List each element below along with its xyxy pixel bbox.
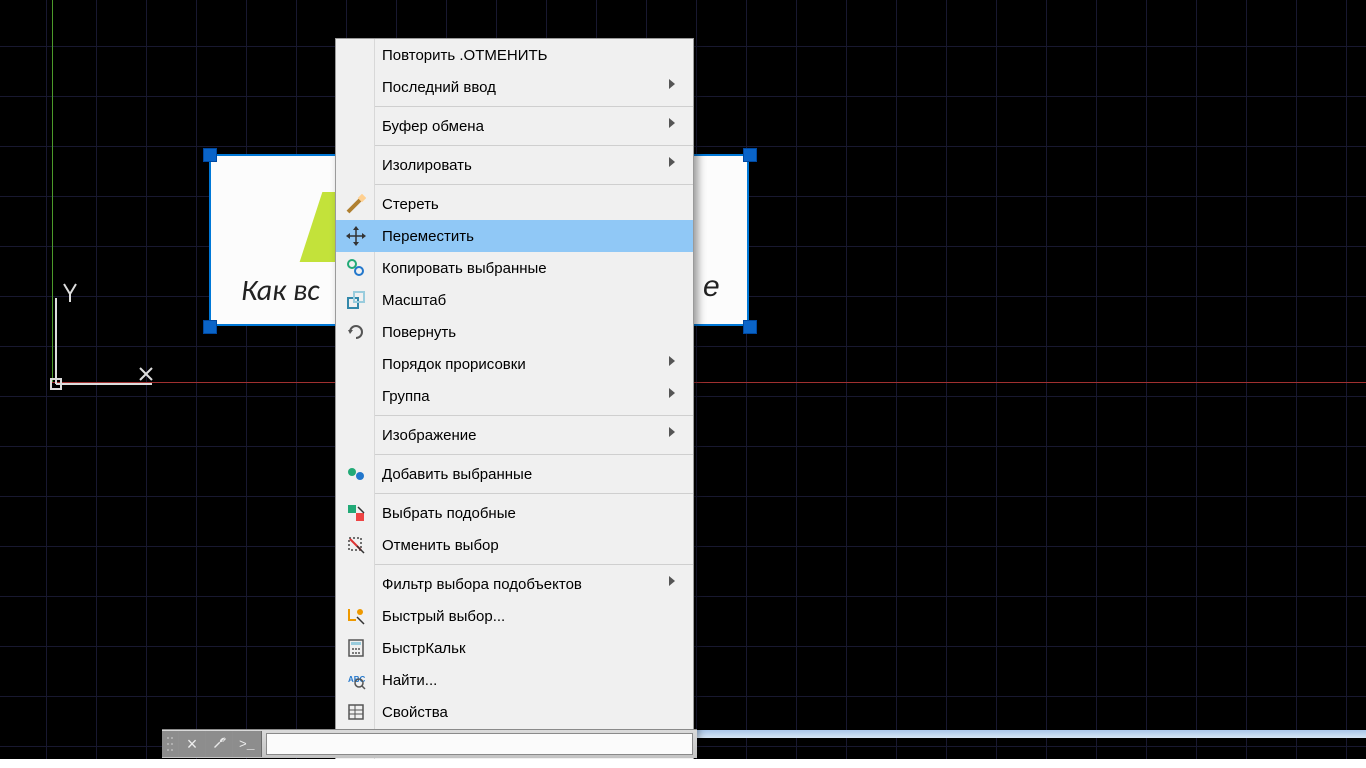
menu-item-subobject-filter[interactable]: Фильтр выбора подобъектов <box>336 568 693 600</box>
menu-item-label: Порядок прорисовки <box>382 356 526 373</box>
menu-separator <box>374 145 693 146</box>
chevron-right-icon <box>669 356 675 366</box>
calculator-icon <box>342 634 370 662</box>
menu-item-move[interactable]: Переместить <box>336 220 693 252</box>
menu-item-label: Выбрать подобные <box>382 505 516 522</box>
chevron-right-icon <box>669 576 675 586</box>
menu-item-erase[interactable]: Стереть <box>336 188 693 220</box>
rotate-icon <box>342 318 370 346</box>
menu-item-label: Найти... <box>382 672 437 689</box>
menu-item-repeat[interactable]: Повторить .ОТМЕНИТЬ <box>336 39 693 71</box>
menu-item-rotate[interactable]: Повернуть <box>336 316 693 348</box>
menu-item-draw-order[interactable]: Порядок прорисовки <box>336 348 693 380</box>
menu-item-clipboard[interactable]: Буфер обмена <box>336 110 693 142</box>
chevron-right-icon <box>669 157 675 167</box>
menu-item-quick-select[interactable]: Быстрый выбор... <box>336 600 693 632</box>
chevron-right-icon <box>669 118 675 128</box>
context-menu: Повторить .ОТМЕНИТЬ Последний ввод Буфер… <box>335 38 694 768</box>
menu-item-scale[interactable]: Масштаб <box>336 284 693 316</box>
copy-icon <box>342 254 370 282</box>
selection-overlay-strip <box>697 730 1366 738</box>
cmdbar-grip-icon[interactable] <box>162 731 179 757</box>
menu-item-label: Свойства <box>382 704 448 721</box>
menu-separator <box>374 415 693 416</box>
menu-item-image[interactable]: Изображение <box>336 419 693 451</box>
chevron-right-icon <box>669 427 675 437</box>
menu-separator <box>374 454 693 455</box>
menu-item-properties[interactable]: Свойства <box>336 696 693 728</box>
menu-item-label: Отменить выбор <box>382 537 499 554</box>
menu-item-quickcalc[interactable]: БыстрКальк <box>336 632 693 664</box>
cmdbar-close-button[interactable]: × <box>179 731 206 757</box>
menu-separator <box>374 184 693 185</box>
menu-item-select-similar[interactable]: Выбрать подобные <box>336 497 693 529</box>
close-icon: × <box>187 735 198 753</box>
menu-item-label: Изображение <box>382 427 477 444</box>
menu-item-label: Изолировать <box>382 157 472 174</box>
menu-item-group[interactable]: Группа <box>336 380 693 412</box>
axis-x-line <box>52 382 1366 383</box>
ucs-icon <box>46 280 166 400</box>
object-text-left: Как вс <box>241 272 320 309</box>
prompt-glyph: >_ <box>239 737 255 752</box>
command-input[interactable] <box>266 733 693 755</box>
menu-item-last-input[interactable]: Последний ввод <box>336 71 693 103</box>
grip-bottom-left[interactable] <box>203 320 217 334</box>
menu-item-label: Стереть <box>382 196 439 213</box>
move-icon <box>342 222 370 250</box>
menu-separator <box>374 564 693 565</box>
menu-item-label: БыстрКальк <box>382 640 466 657</box>
menu-item-label: Последний ввод <box>382 79 496 96</box>
menu-item-label: Повернуть <box>382 324 456 341</box>
erase-icon <box>342 190 370 218</box>
menu-separator <box>374 106 693 107</box>
menu-item-label: Фильтр выбора подобъектов <box>382 576 582 593</box>
menu-item-find[interactable]: ABC Найти... <box>336 664 693 696</box>
scale-icon <box>342 286 370 314</box>
select-similar-icon <box>342 499 370 527</box>
grip-top-right[interactable] <box>743 148 757 162</box>
deselect-icon <box>342 531 370 559</box>
menu-item-label: Быстрый выбор... <box>382 608 505 625</box>
chevron-right-icon <box>669 388 675 398</box>
cmdbar-prompt: >_ <box>233 731 262 757</box>
menu-item-deselect[interactable]: Отменить выбор <box>336 529 693 561</box>
menu-item-label: Группа <box>382 388 430 405</box>
command-bar: × >_ <box>162 729 697 758</box>
menu-item-add-selected[interactable]: Добавить выбранные <box>336 458 693 490</box>
menu-item-label: Добавить выбранные <box>382 466 532 483</box>
menu-item-isolate[interactable]: Изолировать <box>336 149 693 181</box>
menu-separator <box>374 493 693 494</box>
properties-icon <box>342 698 370 726</box>
find-icon: ABC <box>342 666 370 694</box>
quick-select-icon <box>342 602 370 630</box>
grip-top-left[interactable] <box>203 148 217 162</box>
menu-item-copy-selected[interactable]: Копировать выбранные <box>336 252 693 284</box>
cmdbar-settings-button[interactable] <box>206 731 233 757</box>
add-selected-icon <box>342 460 370 488</box>
menu-item-label: Повторить .ОТМЕНИТЬ <box>382 47 548 64</box>
wrench-icon <box>211 734 227 755</box>
menu-item-label: Переместить <box>382 228 474 245</box>
menu-item-label: Буфер обмена <box>382 118 484 135</box>
chevron-right-icon <box>669 79 675 89</box>
menu-item-label: Копировать выбранные <box>382 260 547 277</box>
grip-bottom-right[interactable] <box>743 320 757 334</box>
menu-item-label: Масштаб <box>382 292 446 309</box>
status-strip <box>0 759 1366 768</box>
object-text-right: е <box>703 270 720 304</box>
